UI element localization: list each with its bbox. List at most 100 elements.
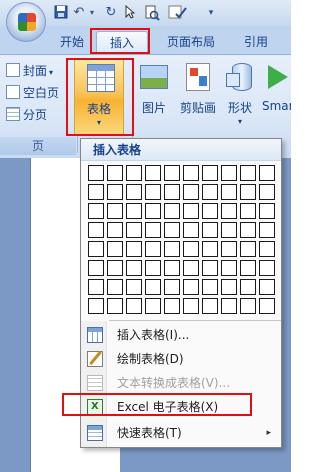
smartart-button[interactable]: Smar: [258, 59, 291, 135]
grid-cell[interactable]: [202, 165, 218, 181]
grid-cell[interactable]: [259, 260, 275, 276]
grid-cell[interactable]: [107, 298, 123, 314]
grid-cell[interactable]: [145, 241, 161, 257]
redo-icon[interactable]: ↻: [104, 5, 118, 21]
grid-cell[interactable]: [240, 203, 256, 219]
grid-cell[interactable]: [107, 184, 123, 200]
grid-cell[interactable]: [202, 222, 218, 238]
grid-cell[interactable]: [240, 260, 256, 276]
grid-cell[interactable]: [164, 165, 180, 181]
grid-cell[interactable]: [202, 279, 218, 295]
grid-cell[interactable]: [88, 260, 104, 276]
shapes-button[interactable]: 形状 ▾: [220, 59, 260, 135]
tab-insert[interactable]: 插入: [96, 31, 148, 53]
grid-cell[interactable]: [202, 203, 218, 219]
grid-cell[interactable]: [259, 279, 275, 295]
table-button[interactable]: 表格 ▾: [74, 59, 124, 135]
grid-cell[interactable]: [202, 241, 218, 257]
grid-cell[interactable]: [126, 298, 142, 314]
grid-cell[interactable]: [183, 260, 199, 276]
undo-dropdown-icon[interactable]: ▾: [88, 5, 96, 21]
grid-cell[interactable]: [240, 298, 256, 314]
office-button[interactable]: [6, 2, 46, 42]
grid-cell[interactable]: [88, 165, 104, 181]
grid-cell[interactable]: [221, 203, 237, 219]
grid-cell[interactable]: [126, 260, 142, 276]
grid-cell[interactable]: [164, 184, 180, 200]
cover-page-button[interactable]: 封面 ▾: [6, 61, 53, 81]
grid-cell[interactable]: [164, 222, 180, 238]
undo-icon[interactable]: ↶: [72, 5, 86, 21]
grid-cell[interactable]: [164, 241, 180, 257]
grid-cell[interactable]: [145, 203, 161, 219]
grid-cell[interactable]: [164, 260, 180, 276]
grid-cell[interactable]: [240, 279, 256, 295]
grid-cell[interactable]: [126, 165, 142, 181]
grid-cell[interactable]: [126, 241, 142, 257]
grid-cell[interactable]: [145, 222, 161, 238]
menu-item-excel-spreadsheet[interactable]: Excel 电子表格(X): [81, 395, 281, 419]
grid-cell[interactable]: [183, 298, 199, 314]
print-preview-icon[interactable]: [144, 5, 160, 21]
grid-cell[interactable]: [164, 298, 180, 314]
grid-cell[interactable]: [202, 184, 218, 200]
grid-cell[interactable]: [259, 184, 275, 200]
grid-cell[interactable]: [259, 165, 275, 181]
grid-cell[interactable]: [164, 279, 180, 295]
grid-cell[interactable]: [126, 279, 142, 295]
grid-cell[interactable]: [107, 279, 123, 295]
grid-cell[interactable]: [145, 165, 161, 181]
page-break-button[interactable]: 分页: [6, 105, 47, 125]
grid-cell[interactable]: [88, 298, 104, 314]
grid-cell[interactable]: [202, 298, 218, 314]
grid-cell[interactable]: [183, 203, 199, 219]
grid-cell[interactable]: [88, 222, 104, 238]
grid-cell[interactable]: [164, 203, 180, 219]
grid-cell[interactable]: [221, 279, 237, 295]
grid-cell[interactable]: [221, 260, 237, 276]
grid-cell[interactable]: [88, 279, 104, 295]
grid-cell[interactable]: [240, 165, 256, 181]
grid-cell[interactable]: [183, 184, 199, 200]
grid-cell[interactable]: [107, 203, 123, 219]
grid-cell[interactable]: [259, 298, 275, 314]
grid-cell[interactable]: [107, 222, 123, 238]
grid-cell[interactable]: [88, 184, 104, 200]
customize-dropdown-icon[interactable]: ▾: [206, 5, 216, 21]
grid-cell[interactable]: [240, 184, 256, 200]
menu-item-draw-table[interactable]: 绘制表格(D): [81, 347, 281, 371]
grid-cell[interactable]: [126, 184, 142, 200]
tab-references[interactable]: 引用: [236, 31, 276, 53]
picture-button[interactable]: 图片: [130, 59, 178, 135]
grid-cell[interactable]: [183, 279, 199, 295]
clipart-button[interactable]: 剪贴画: [174, 59, 222, 135]
tab-home[interactable]: 开始: [54, 31, 90, 53]
grid-cell[interactable]: [145, 298, 161, 314]
grid-cell[interactable]: [145, 260, 161, 276]
grid-cell[interactable]: [221, 241, 237, 257]
grid-cell[interactable]: [126, 222, 142, 238]
grid-cell[interactable]: [221, 298, 237, 314]
grid-cell[interactable]: [240, 222, 256, 238]
grid-cell[interactable]: [240, 241, 256, 257]
tab-page-layout[interactable]: 页面布局: [160, 31, 222, 53]
blank-page-button[interactable]: 空白页: [6, 83, 59, 103]
grid-cell[interactable]: [221, 184, 237, 200]
menu-item-insert-table[interactable]: 插入表格(I)...: [81, 323, 281, 347]
save-icon[interactable]: [54, 5, 68, 21]
grid-cell[interactable]: [183, 165, 199, 181]
grid-cell[interactable]: [145, 279, 161, 295]
grid-cell[interactable]: [107, 260, 123, 276]
spelling-icon[interactable]: [168, 5, 188, 21]
grid-cell[interactable]: [107, 165, 123, 181]
grid-cell[interactable]: [88, 241, 104, 257]
grid-cell[interactable]: [221, 222, 237, 238]
grid-cell[interactable]: [259, 222, 275, 238]
grid-cell[interactable]: [107, 241, 123, 257]
grid-cell[interactable]: [221, 165, 237, 181]
grid-cell[interactable]: [126, 203, 142, 219]
grid-cell[interactable]: [183, 222, 199, 238]
grid-cell[interactable]: [88, 203, 104, 219]
grid-cell[interactable]: [183, 241, 199, 257]
grid-cell[interactable]: [259, 203, 275, 219]
